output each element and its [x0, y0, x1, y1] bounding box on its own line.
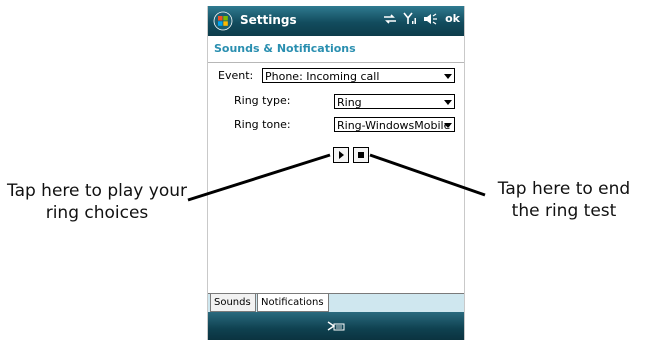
- ring-type-label: Ring type:: [234, 94, 291, 107]
- ring-tone-dropdown[interactable]: Ring-WindowsMobile: [334, 117, 455, 132]
- tab-sounds[interactable]: Sounds: [210, 294, 256, 312]
- ring-tone-value: Ring-WindowsMobile: [337, 119, 451, 132]
- ring-tone-label: Ring tone:: [234, 118, 291, 131]
- ring-type-dropdown[interactable]: Ring: [334, 94, 455, 109]
- page-header: Sounds & Notifications: [208, 36, 464, 63]
- callout-play-instruction: Tap here to play your ring choices: [7, 181, 187, 223]
- page-title: Sounds & Notifications: [214, 42, 356, 55]
- connectivity-icon[interactable]: [383, 13, 397, 25]
- event-label: Event:: [218, 69, 254, 82]
- stop-button[interactable]: [353, 147, 369, 163]
- chevron-down-icon: [444, 123, 452, 128]
- ok-button[interactable]: ok: [445, 12, 460, 25]
- tab-notifications[interactable]: Notifications: [257, 294, 329, 312]
- input-panel-icon[interactable]: [326, 320, 346, 332]
- soft-key-bar: [208, 312, 464, 340]
- play-icon: [339, 151, 344, 159]
- event-value: Phone: Incoming call: [265, 70, 380, 83]
- window-title: Settings: [240, 13, 297, 27]
- chevron-down-icon: [444, 74, 452, 79]
- chevron-down-icon: [444, 100, 452, 105]
- title-bar: Settings ok: [208, 6, 464, 36]
- status-icons: ok: [383, 12, 460, 25]
- stop-icon: [358, 152, 364, 158]
- play-button[interactable]: [333, 147, 349, 163]
- signal-icon[interactable]: [403, 12, 417, 25]
- speaker-icon[interactable]: [423, 13, 439, 25]
- callout-stop-instruction: Tap here to end the ring test: [497, 179, 631, 221]
- device-screen: Settings ok Sounds & Notifications Event…: [207, 6, 465, 340]
- windows-start-icon[interactable]: [212, 11, 234, 31]
- ring-type-value: Ring: [337, 96, 362, 109]
- event-dropdown[interactable]: Phone: Incoming call: [262, 68, 455, 83]
- tab-strip: Sounds Notifications: [208, 293, 464, 313]
